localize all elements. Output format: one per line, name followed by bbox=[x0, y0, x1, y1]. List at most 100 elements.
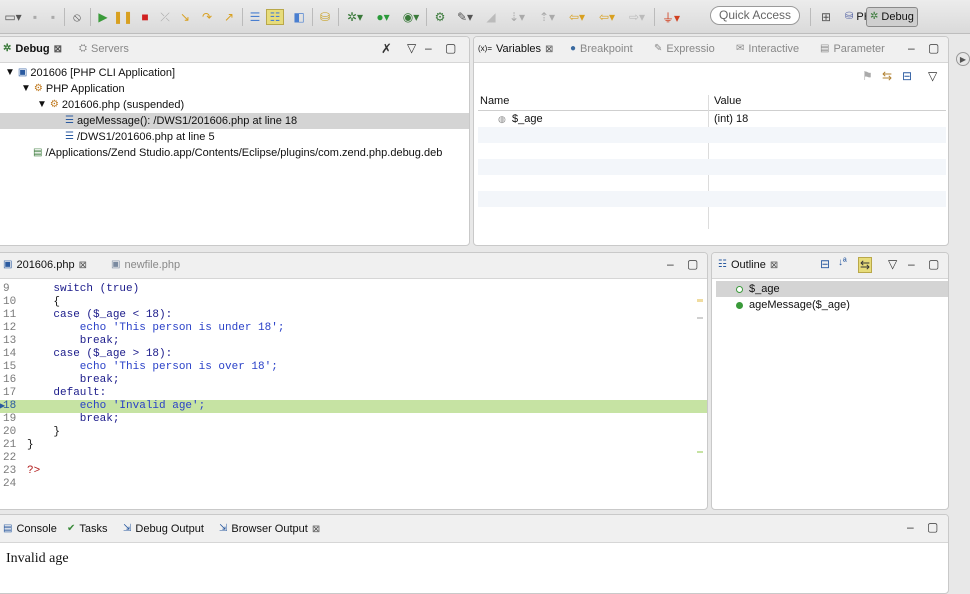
tab-interactive-label: Interactive bbox=[748, 43, 800, 55]
tab-debug[interactable]: ✲ Debug ⊠ bbox=[3, 43, 62, 55]
remove-terminated-icon[interactable]: ✗ bbox=[381, 41, 392, 57]
php-icon[interactable]: ⛁ bbox=[318, 9, 332, 25]
tab-outline[interactable]: ☷ Outline ⊠ bbox=[718, 259, 778, 271]
step-return-icon[interactable]: ↗ bbox=[222, 9, 236, 25]
tab-interactive[interactable]: ✉ Interactive bbox=[736, 43, 799, 55]
tab-debug-output[interactable]: ⇲ Debug Output bbox=[123, 523, 204, 535]
quick-access-input[interactable]: Quick Access bbox=[710, 6, 800, 25]
external-tools-icon[interactable]: ⚙ bbox=[432, 9, 448, 25]
sort-icon[interactable]: ↓ª bbox=[838, 257, 847, 268]
tab-browser-output[interactable]: ⇲ Browser Output ⊠ bbox=[219, 523, 320, 535]
outline-item[interactable]: $_age bbox=[716, 281, 948, 297]
expand-icon: ▼ bbox=[5, 67, 15, 78]
tab-201606-php[interactable]: ▣ 201606.php ⊠ bbox=[3, 259, 87, 271]
tab-tasks[interactable]: ✔ Tasks bbox=[67, 523, 108, 535]
link-with-editor-icon[interactable]: ⇆ bbox=[858, 257, 873, 273]
maximize-icon[interactable]: ▢ bbox=[928, 41, 939, 55]
previous-annotation-icon[interactable]: ⇡▾ bbox=[536, 9, 558, 25]
close-icon[interactable]: ⊠ bbox=[545, 44, 553, 55]
maximize-icon[interactable]: ▢ bbox=[928, 257, 939, 271]
tree-item[interactable]: ▤ /Applications/Zend Studio.app/Contents… bbox=[0, 145, 469, 161]
run-to-line-icon[interactable]: ☰ bbox=[248, 9, 262, 25]
tab-newfile-php[interactable]: ▣ newfile.php bbox=[111, 259, 180, 271]
forward-icon[interactable]: ⇨▾ bbox=[626, 9, 648, 25]
new-icon[interactable]: ▭▾ bbox=[2, 9, 24, 25]
launch-icon: ▣ bbox=[17, 67, 28, 78]
tree-item[interactable]: ☰ ageMessage(): /DWS1/201606.php at line… bbox=[0, 113, 469, 129]
minimize-icon[interactable]: ‒ bbox=[907, 520, 914, 534]
php-file-icon: ▣ bbox=[111, 259, 121, 270]
perspective-debug-label: Debug bbox=[881, 11, 914, 23]
code-line: 16 break; bbox=[0, 374, 707, 387]
debug-as-icon[interactable]: ✲▾ bbox=[344, 9, 366, 25]
next-annotation-icon[interactable]: ⇣▾ bbox=[506, 9, 528, 25]
close-icon[interactable]: ⊠ bbox=[312, 524, 320, 535]
collapse-all-icon[interactable]: ⊟ bbox=[902, 69, 912, 83]
resume-icon[interactable]: ▶ bbox=[96, 9, 110, 25]
tab-variables[interactable]: (x)= Variables ⊠ bbox=[478, 43, 553, 55]
tab-servers[interactable]: ⛭ Servers bbox=[79, 43, 129, 55]
maximize-icon[interactable]: ▢ bbox=[927, 520, 938, 534]
suspend-icon[interactable]: ❚❚ bbox=[113, 9, 133, 25]
tree-item[interactable]: ☰ /DWS1/201606.php at line 5 bbox=[0, 129, 469, 145]
tab-debug-label: Debug bbox=[15, 43, 50, 55]
show-logical-icon[interactable]: ⇆ bbox=[882, 69, 892, 83]
line-number: 11 bbox=[3, 309, 17, 321]
perspective-debug[interactable]: ✲ Debug bbox=[866, 7, 918, 27]
maximize-icon[interactable]: ▢ bbox=[445, 41, 456, 55]
skip-breakpoints-icon[interactable]: ⦸ bbox=[70, 9, 84, 25]
tree-item[interactable]: ▼ ⚙ PHP Application bbox=[0, 81, 469, 97]
expand-icon: ▼ bbox=[21, 83, 31, 94]
view-menu-icon[interactable]: ▽ bbox=[407, 41, 416, 55]
run-as-icon[interactable]: ●▾ bbox=[372, 9, 394, 25]
minimize-icon[interactable]: ‒ bbox=[667, 257, 674, 271]
tab-console[interactable]: ▤ Console bbox=[3, 523, 57, 535]
collapse-all-icon[interactable]: ⊟ bbox=[820, 257, 830, 271]
code-editor[interactable]: 9 switch (true) 10 { 11 case ($_age < 18… bbox=[0, 283, 707, 509]
tab-variables-label: Variables bbox=[496, 43, 542, 55]
table-row[interactable]: ◍ $_age (int) 18 bbox=[478, 111, 946, 127]
tree-item[interactable]: ▼ ▣ 201606 [PHP CLI Application] bbox=[0, 65, 469, 81]
last-edit-icon[interactable]: ⇦▾ bbox=[566, 9, 588, 25]
variables-view: (x)= Variables ⊠ ● Breakpoint ✎ Expressi… bbox=[473, 36, 949, 246]
open-type-icon[interactable]: ✎▾ bbox=[454, 9, 476, 25]
close-icon[interactable]: ⊠ bbox=[770, 260, 778, 271]
terminate-icon[interactable]: ■ bbox=[138, 9, 152, 25]
interactive-icon: ✉ bbox=[736, 43, 745, 54]
tab-expressions[interactable]: ✎ Expressio bbox=[654, 43, 715, 55]
code-line: 20 } bbox=[0, 426, 707, 439]
view-menu-icon[interactable]: ▽ bbox=[888, 257, 897, 271]
column-name[interactable]: Name bbox=[480, 95, 509, 107]
view-menu-icon[interactable]: ▽ bbox=[928, 69, 937, 83]
main-toolbar: ▭▾ ▪ ▪ ⦸ ▶ ❚❚ ■ ⤫ ↘ ↷ ↗ ☰ ☷ ◧ ⛁ ✲▾ ●▾ ◉▾… bbox=[0, 0, 970, 66]
disconnect-icon[interactable]: ⤫ bbox=[158, 9, 172, 25]
tab-label: newfile.php bbox=[124, 259, 181, 271]
tab-parameters[interactable]: ▤ Parameter bbox=[820, 43, 885, 55]
profile-icon[interactable]: ◉▾ bbox=[400, 9, 422, 25]
thread-icon: ⚙ bbox=[49, 99, 59, 110]
save-icon[interactable]: ▪ bbox=[28, 9, 42, 25]
column-value[interactable]: Value bbox=[714, 95, 741, 107]
minimize-icon[interactable]: ‒ bbox=[908, 41, 915, 55]
close-icon[interactable]: ⊠ bbox=[79, 260, 87, 271]
outline-item[interactable]: ageMessage($_age) bbox=[716, 297, 948, 313]
side-arrow-icon[interactable]: ▶ bbox=[956, 52, 970, 66]
tree-item[interactable]: ▼ ⚙ 201606.php (suspended) bbox=[0, 97, 469, 113]
show-type-names-icon[interactable]: ⚑ bbox=[862, 69, 873, 83]
tab-breakpoints[interactable]: ● Breakpoint bbox=[570, 43, 633, 55]
close-icon[interactable]: ⊠ bbox=[54, 44, 62, 55]
maximize-icon[interactable]: ▢ bbox=[687, 257, 698, 271]
table-row bbox=[478, 127, 946, 143]
outline-tabbar: ☷ Outline ⊠ ⊟ ↓ª ⇆ ▽ ‒ ▢ bbox=[712, 253, 948, 279]
use-step-filters-icon[interactable]: ☷ bbox=[266, 9, 284, 25]
step-into-icon[interactable]: ↘ bbox=[178, 9, 192, 25]
annotation-icon[interactable]: ◢ bbox=[484, 9, 498, 25]
step-over-icon[interactable]: ↷ bbox=[200, 9, 214, 25]
minimize-icon[interactable]: ‒ bbox=[425, 41, 432, 55]
back-icon[interactable]: ⇦▾ bbox=[596, 9, 618, 25]
pin-editor-icon[interactable]: ⏚▾ bbox=[660, 9, 682, 25]
minimize-icon[interactable]: ‒ bbox=[908, 257, 915, 271]
save-all-icon[interactable]: ▪ bbox=[46, 9, 60, 25]
open-perspective-icon[interactable]: ⊞ bbox=[818, 9, 834, 25]
drop-to-frame-icon[interactable]: ◧ bbox=[292, 9, 306, 25]
